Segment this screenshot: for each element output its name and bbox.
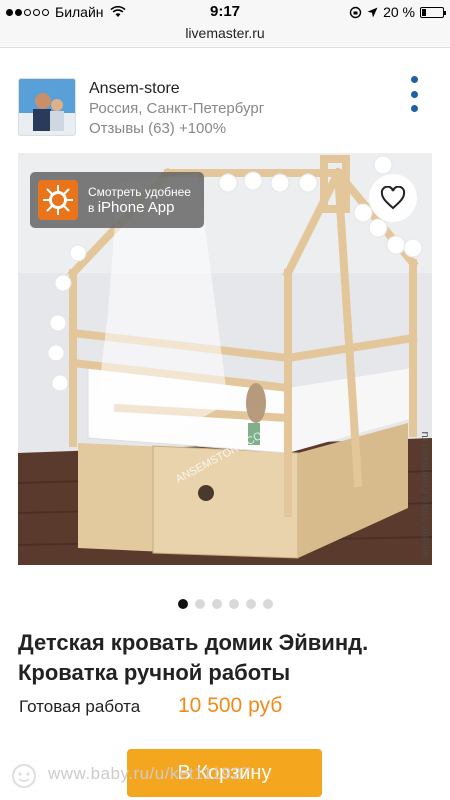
status-bar: Билайн 9:17 20 % <box>0 0 450 24</box>
banner-app-name: iPhone App <box>97 199 175 216</box>
banner-text: Смотреть удобнее в iPhone App <box>88 184 191 216</box>
battery-percent: 20 % <box>383 4 415 20</box>
pager-dot[interactable] <box>228 599 239 609</box>
status-right: 20 % <box>349 4 446 20</box>
app-logo-icon <box>38 180 78 220</box>
product-title: Детская кровать домик Эйвинд. Кроватка р… <box>18 630 369 685</box>
banner-line2-prefix: в <box>88 201 95 215</box>
banner-line1: Смотреть удобнее <box>88 185 191 199</box>
header-divider <box>0 47 450 48</box>
address-bar[interactable]: livemaster.ru <box>0 24 450 48</box>
rotation-lock-icon <box>349 6 362 18</box>
pager-dot[interactable] <box>262 599 273 609</box>
battery-icon <box>420 6 446 18</box>
product-price: 10 500 руб <box>178 694 283 717</box>
photo-watermark-side: ansem-store.livemaster.ru <box>419 431 431 558</box>
product-status-label: Готовая работа <box>19 697 141 716</box>
page-watermark-text: www.baby.ru/u/ket111927 <box>48 764 252 783</box>
page-watermark-logo <box>12 764 36 788</box>
pager-dot[interactable] <box>211 599 222 609</box>
url-text: livemaster.ru <box>185 25 265 41</box>
photo-pager <box>0 599 450 609</box>
favorite-button[interactable] <box>369 174 417 222</box>
seller-avatar[interactable] <box>18 78 76 136</box>
location-arrow-icon <box>367 7 378 17</box>
pager-dot[interactable] <box>194 599 205 609</box>
iphone-app-banner[interactable]: Смотреть удобнее в iPhone App <box>30 172 204 228</box>
seller-location: Россия, Санкт-Петербург <box>89 100 265 117</box>
pager-dot[interactable] <box>177 599 188 609</box>
pager-dot[interactable] <box>245 599 256 609</box>
heart-icon <box>380 186 406 210</box>
seller-name[interactable]: Ansem-store <box>89 80 180 98</box>
more-vertical-icon[interactable] <box>404 74 424 114</box>
seller-reviews[interactable]: Отзывы (63) +100% <box>89 120 226 137</box>
